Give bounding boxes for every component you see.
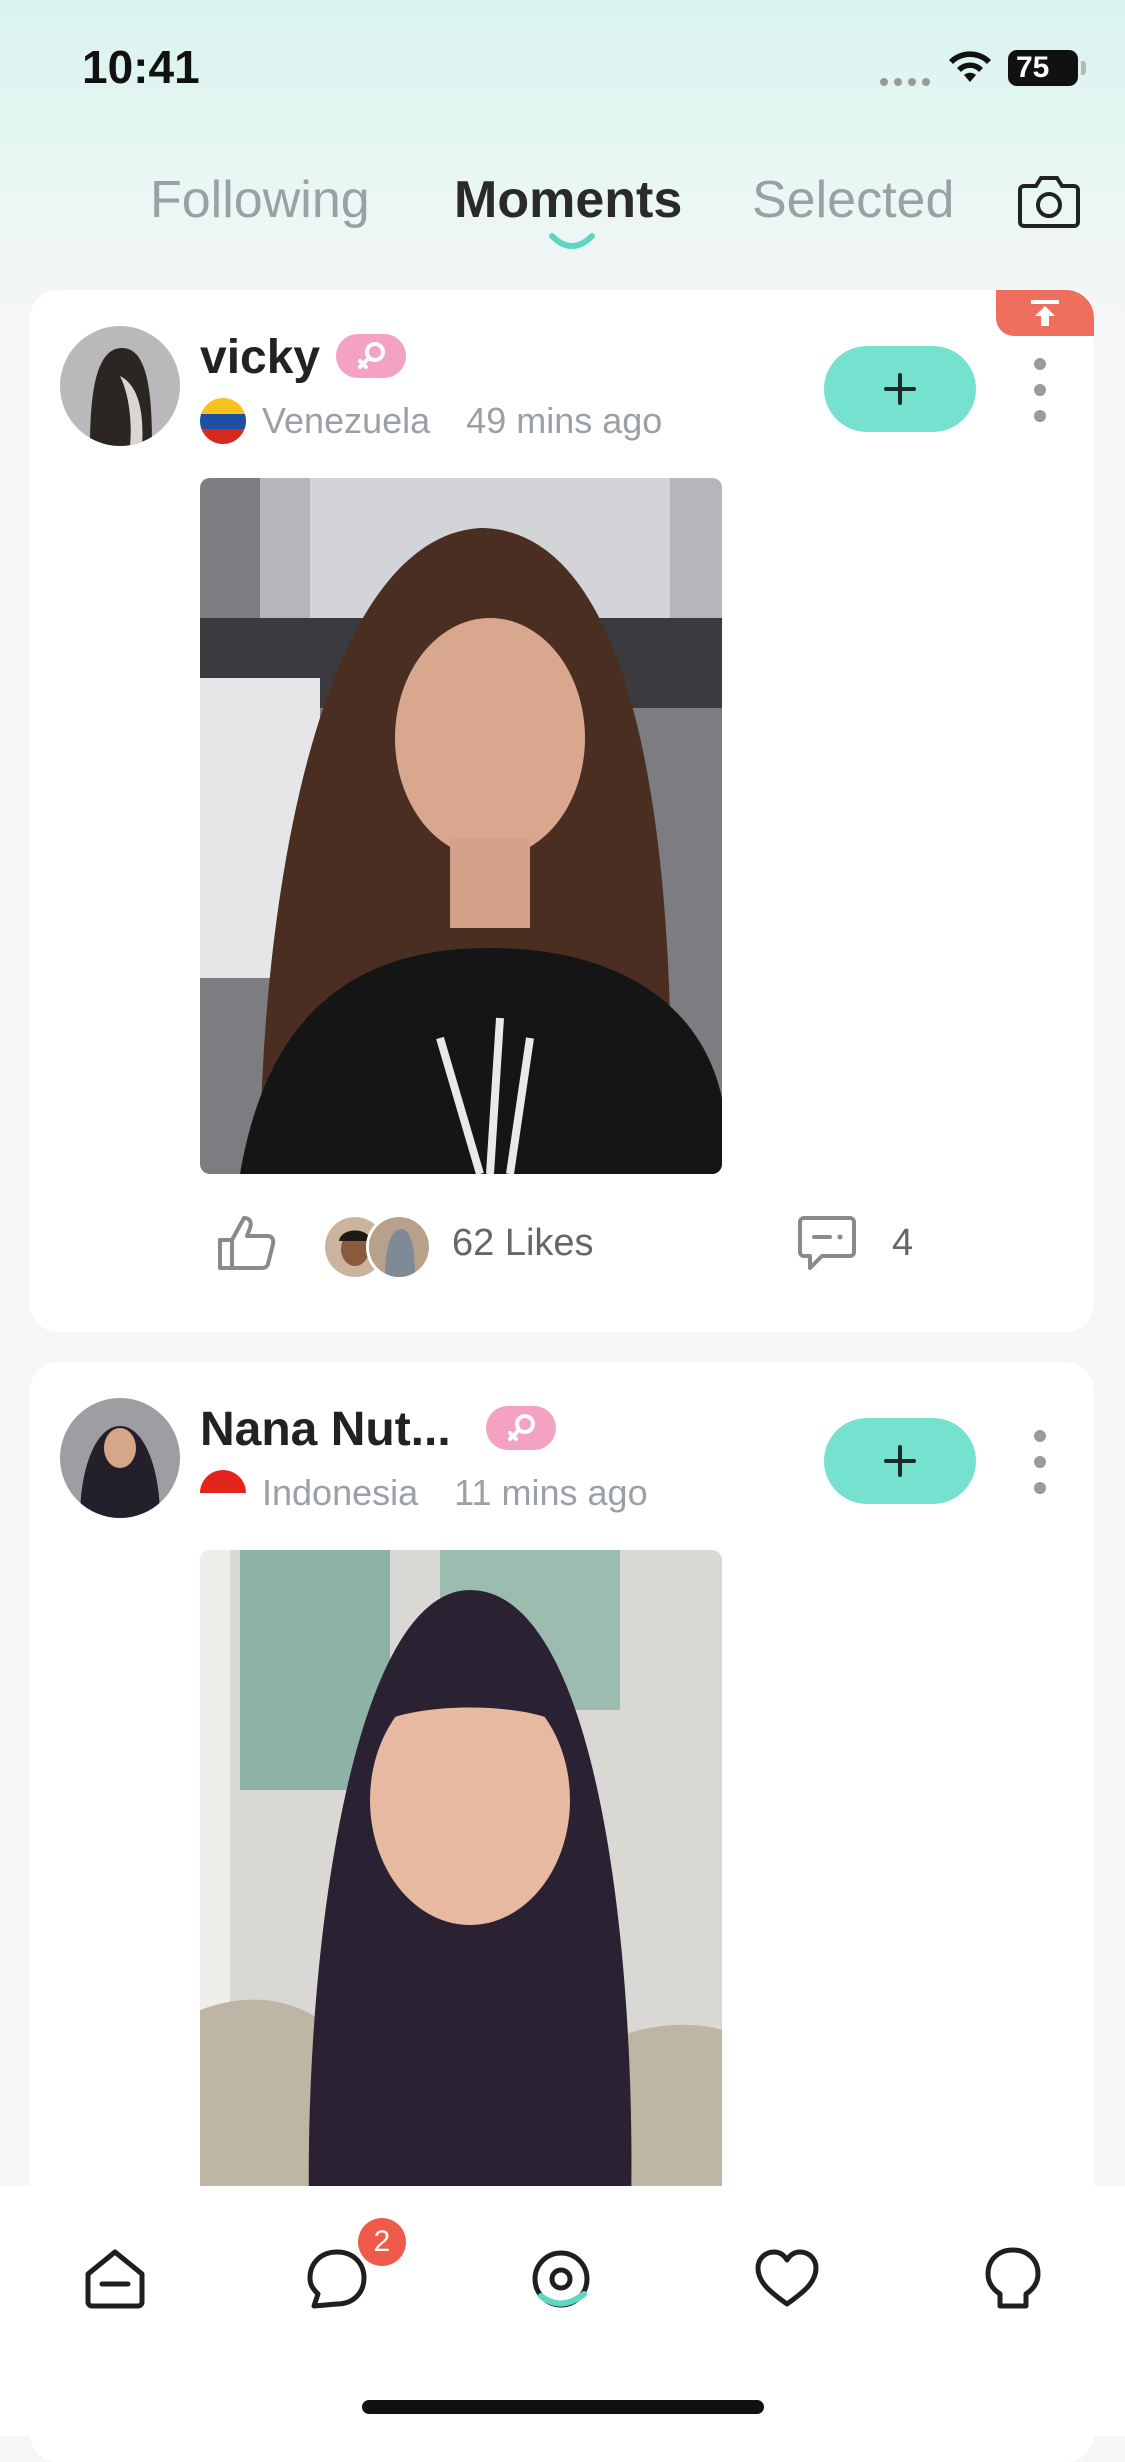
venezuela-flag-icon	[200, 398, 246, 444]
wifi-icon	[949, 51, 991, 82]
female-gender-icon	[486, 1406, 556, 1450]
time-ago: 11 mins ago	[454, 1472, 648, 1513]
plus-icon	[884, 1445, 916, 1477]
bottom-navigation: 2	[0, 2186, 1125, 2436]
post-meta: Indonesia 11 mins ago	[262, 1472, 648, 1514]
comment-icon[interactable]	[796, 1214, 858, 1272]
active-tab-indicator	[549, 233, 595, 249]
username[interactable]: vicky	[200, 330, 320, 385]
chat-unread-badge: 2	[358, 2218, 406, 2266]
tab-following[interactable]: Following	[150, 170, 370, 230]
avatar[interactable]	[60, 326, 180, 446]
post-photo[interactable]	[200, 478, 722, 1174]
time-ago: 49 mins ago	[466, 400, 663, 441]
country-label: Venezuela	[262, 400, 431, 441]
more-options-icon[interactable]	[1030, 358, 1050, 422]
likes-count[interactable]: 62 Likes	[452, 1222, 594, 1265]
post-photo[interactable]	[200, 1550, 722, 2246]
indonesia-flag-icon	[200, 1470, 246, 1516]
battery-icon: 75	[1008, 50, 1086, 86]
home-icon[interactable]	[80, 2244, 150, 2314]
top-tabs: Following Moments Selected	[0, 170, 1125, 270]
post-actions: 62 Likes 4	[216, 1210, 1076, 1280]
comment-count: 4	[892, 1222, 914, 1264]
username[interactable]: Nana Nut...	[200, 1402, 451, 1457]
battery-level: 75	[1016, 51, 1050, 84]
follow-button[interactable]	[824, 346, 976, 432]
female-gender-icon	[336, 334, 406, 378]
moments-icon[interactable]	[526, 2244, 596, 2314]
status-bar: 10:41 75	[0, 0, 1125, 140]
cellular-signal-icon	[880, 78, 930, 86]
pin-top-icon	[996, 290, 1094, 336]
tab-moments[interactable]: Moments	[454, 170, 682, 230]
home-indicator	[362, 2400, 764, 2414]
profile-icon[interactable]	[978, 2244, 1048, 2314]
post-meta: Venezuela 49 mins ago	[262, 400, 662, 442]
avatar[interactable]	[60, 1398, 180, 1518]
liker-avatar	[366, 1214, 432, 1280]
heart-icon[interactable]	[752, 2244, 822, 2314]
camera-icon[interactable]	[1018, 172, 1080, 228]
country-label: Indonesia	[262, 1472, 419, 1513]
like-thumb-icon[interactable]	[216, 1214, 276, 1272]
status-time: 10:41	[82, 41, 200, 93]
follow-button[interactable]	[824, 1418, 976, 1504]
plus-icon	[884, 373, 916, 405]
more-options-icon[interactable]	[1030, 1430, 1050, 1494]
post-card[interactable]: vicky Venezuela 49 mins ago 62 Likes 4	[30, 290, 1094, 1332]
tab-selected[interactable]: Selected	[752, 170, 954, 230]
